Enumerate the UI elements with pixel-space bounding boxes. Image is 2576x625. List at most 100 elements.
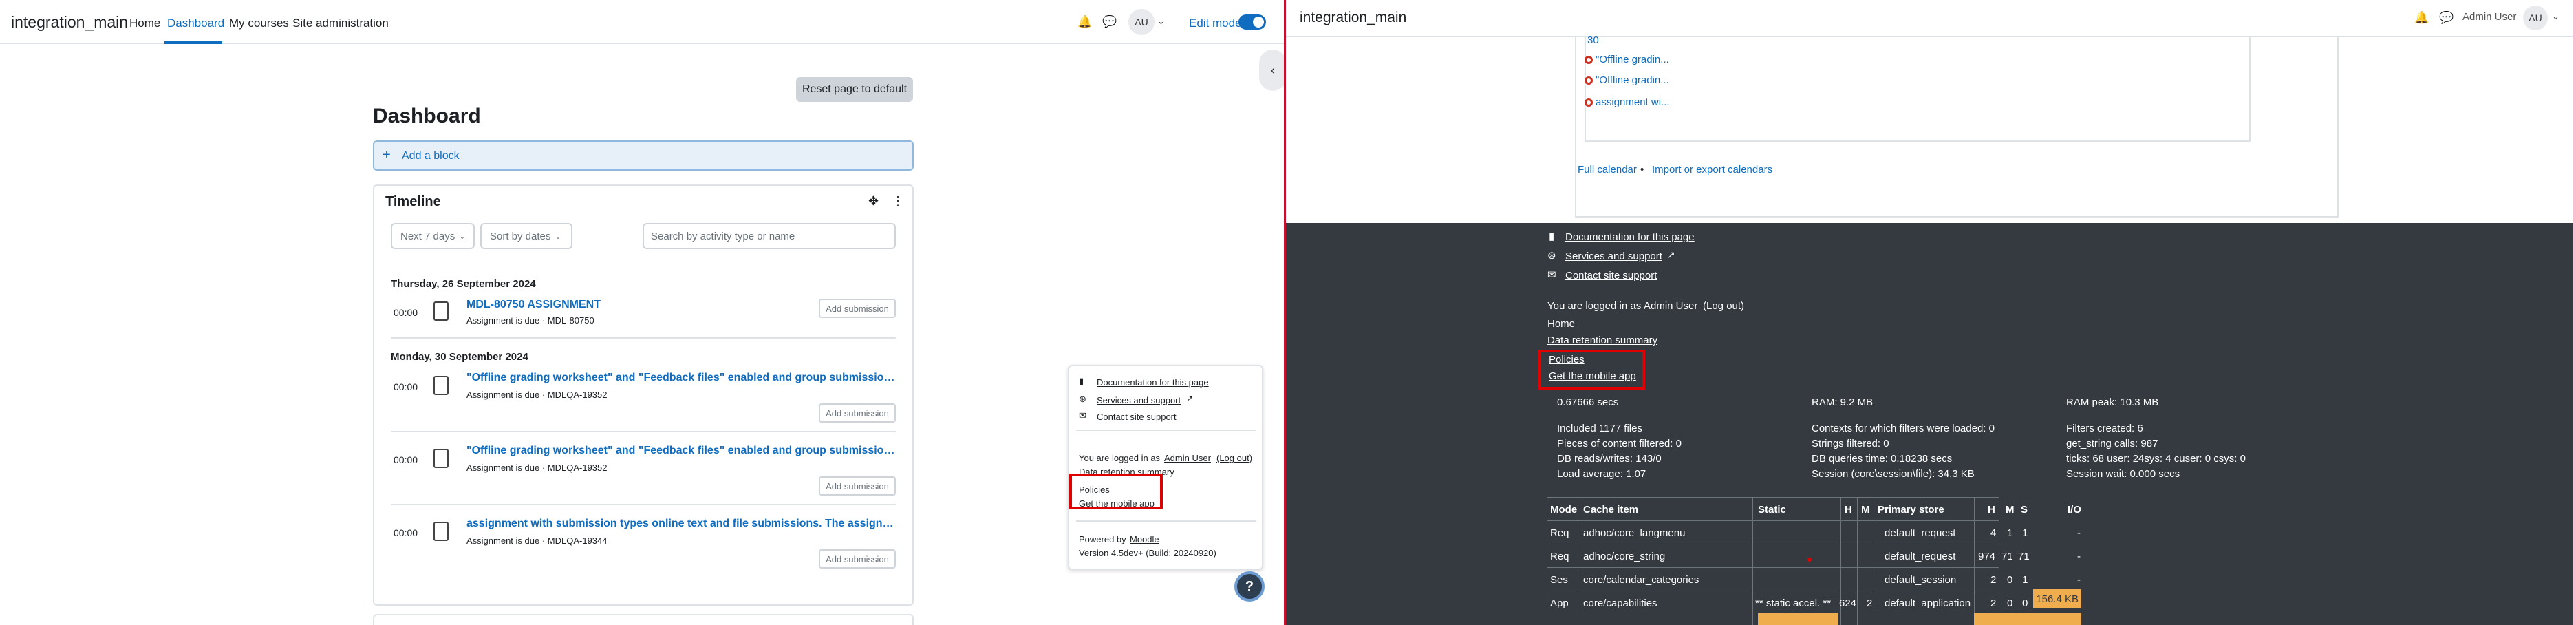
- calendar-day-number[interactable]: 30: [1587, 34, 1599, 46]
- user-link[interactable]: Admin User: [1164, 453, 1211, 463]
- event-title[interactable]: "Offline grading worksheet" and "Feedbac…: [466, 372, 896, 384]
- table-cell: 2: [1990, 597, 1997, 609]
- table-cell: 0: [2007, 574, 2013, 586]
- chevron-down-icon[interactable]: ⌄: [2552, 11, 2559, 22]
- table-header-h: H: [1845, 504, 1852, 516]
- move-icon[interactable]: ✥: [868, 194, 879, 209]
- event-title[interactable]: assignment with submission types online …: [466, 518, 896, 530]
- logout-link[interactable]: (Log out): [1703, 300, 1744, 312]
- event-time: 00:00: [394, 307, 418, 318]
- event-subtitle: Assignment is due · MDLQA-19352: [466, 390, 608, 400]
- add-submission-button[interactable]: Add submission: [819, 476, 896, 496]
- event-title[interactable]: MDL-80750 ASSIGNMENT: [466, 299, 755, 311]
- divider: [1076, 430, 1256, 431]
- nav-site-admin[interactable]: Site administration: [292, 17, 389, 30]
- perf-ticks: ticks: 68 user: 24sys: 4 cuser: 0 csys: …: [2066, 453, 2246, 465]
- nav-my-courses[interactable]: My courses: [229, 17, 289, 30]
- table-cell: 2: [1867, 597, 1873, 609]
- logout-link[interactable]: (Log out): [1216, 453, 1252, 463]
- message-icon[interactable]: 💬: [1102, 15, 1117, 29]
- import-export-link[interactable]: Import or export calendars: [1652, 164, 1772, 176]
- moodle-link[interactable]: Moodle: [1130, 534, 1159, 544]
- nav-home[interactable]: Home: [129, 17, 160, 30]
- contact-link[interactable]: Contact site support: [1097, 412, 1177, 422]
- doc-link[interactable]: Documentation for this page: [1097, 377, 1209, 388]
- table-header-s: S: [2021, 504, 2028, 516]
- top-navbar: integration_main Home Dashboard My cours…: [0, 0, 1284, 44]
- site-brand[interactable]: integration_main: [1300, 10, 1406, 26]
- site-brand[interactable]: integration_main: [11, 13, 128, 32]
- file-upload-icon: [433, 522, 449, 541]
- powered-by-text: Powered by: [1079, 534, 1126, 544]
- table-header-io: I/O: [2068, 504, 2082, 516]
- user-name[interactable]: Admin User: [2462, 11, 2516, 23]
- perf-contexts: Contexts for which filters were loaded: …: [1812, 423, 1995, 434]
- table-header-m: M: [1861, 504, 1870, 516]
- perf-included: Included 1177 files: [1557, 423, 1642, 434]
- calendar-event-label: assignment wi...: [1596, 96, 1670, 108]
- add-submission-button[interactable]: Add submission: [819, 299, 896, 318]
- day-header: Thursday, 26 September 2024: [391, 278, 536, 290]
- chevron-down-icon[interactable]: ⌄: [1157, 16, 1165, 27]
- avatar[interactable]: AU: [1128, 9, 1155, 35]
- nav-dashboard[interactable]: Dashboard: [167, 17, 224, 30]
- edit-mode-label: Edit mode: [1189, 17, 1242, 30]
- table-cell: adhoc/core_langmenu: [1583, 527, 1686, 539]
- table-header-static: Static: [1758, 504, 1786, 516]
- table-cell: -: [2077, 574, 2081, 586]
- red-dot-marker: [1807, 558, 1812, 562]
- calendar-event[interactable]: "Offline gradin...: [1585, 74, 1669, 86]
- scroll-edge: [2573, 0, 2576, 625]
- table-cell: default_request: [1885, 551, 1956, 562]
- table-rule: [1547, 497, 1999, 498]
- highlight-box: [1538, 350, 1645, 390]
- add-submission-button[interactable]: Add submission: [819, 549, 896, 569]
- left-browser-pane: integration_main Home Dashboard My cours…: [0, 0, 1284, 625]
- contact-link[interactable]: Contact site support: [1565, 270, 1657, 282]
- doc-link[interactable]: Documentation for this page: [1565, 231, 1695, 243]
- divider: [1076, 520, 1256, 522]
- calendar-event[interactable]: assignment wi...: [1585, 96, 1670, 108]
- services-link[interactable]: Services and support: [1565, 251, 1662, 262]
- perf-db-rw: DB reads/writes: 143/0: [1557, 453, 1662, 465]
- perf-load: Load average: 1.07: [1557, 468, 1646, 480]
- table-cell: core/calendar_categories: [1583, 574, 1699, 586]
- message-icon[interactable]: 💬: [2439, 11, 2454, 25]
- filter-days-dropdown[interactable]: Next 7 days ⌄: [391, 223, 475, 249]
- table-cell: 4: [1990, 527, 1997, 539]
- table-rule: [1857, 497, 1858, 625]
- reset-page-button[interactable]: Reset page to default: [796, 77, 913, 102]
- right-browser-pane: integration_main 🔔 💬 Admin User AU ⌄ 30 …: [1284, 0, 2576, 625]
- user-link[interactable]: Admin User: [1644, 300, 1697, 312]
- perf-get-string: get_string calls: 987: [2066, 438, 2158, 449]
- help-icon[interactable]: ?: [1234, 571, 1265, 602]
- table-header-cache-item: Cache item: [1583, 504, 1639, 516]
- sort-dropdown[interactable]: Sort by dates ⌄: [480, 223, 572, 249]
- kebab-menu-icon[interactable]: ⋮: [892, 194, 904, 209]
- perf-db-time: DB queries time: 0.18238 secs: [1812, 453, 1953, 465]
- services-link[interactable]: Services and support: [1097, 395, 1181, 405]
- plus-icon: +: [383, 147, 391, 162]
- drawer-toggle-chevron-left-icon[interactable]: ‹: [1259, 50, 1284, 91]
- home-link[interactable]: Home: [1547, 318, 1575, 330]
- perf-ram-peak: RAM peak: 10.3 MB: [2066, 396, 2159, 408]
- table-cell: 624: [1839, 597, 1857, 609]
- file-upload-icon: [433, 376, 449, 395]
- perf-secs: 0.67666 secs: [1557, 396, 1619, 408]
- table-header-primary-store: Primary store: [1878, 504, 1944, 516]
- divider: [391, 504, 896, 505]
- bell-icon[interactable]: 🔔: [1077, 15, 1092, 29]
- event-title[interactable]: "Offline grading worksheet" and "Feedbac…: [466, 445, 896, 457]
- full-calendar-link[interactable]: Full calendar: [1578, 164, 1637, 176]
- edit-mode-toggle[interactable]: [1238, 14, 1266, 30]
- avatar[interactable]: AU: [2523, 6, 2548, 30]
- perf-filters-created: Filters created: 6: [2066, 423, 2143, 434]
- timeline-search-input[interactable]: Search by activity type or name: [643, 223, 896, 249]
- table-header-mode: Mode: [1550, 504, 1578, 516]
- file-upload-icon: [433, 449, 449, 468]
- add-block-button[interactable]: + Add a block: [373, 140, 914, 171]
- add-submission-button[interactable]: Add submission: [819, 403, 896, 423]
- calendar-event[interactable]: "Offline gradin...: [1585, 54, 1669, 65]
- bell-icon[interactable]: 🔔: [2414, 11, 2429, 25]
- data-retention-link[interactable]: Data retention summary: [1547, 335, 1657, 346]
